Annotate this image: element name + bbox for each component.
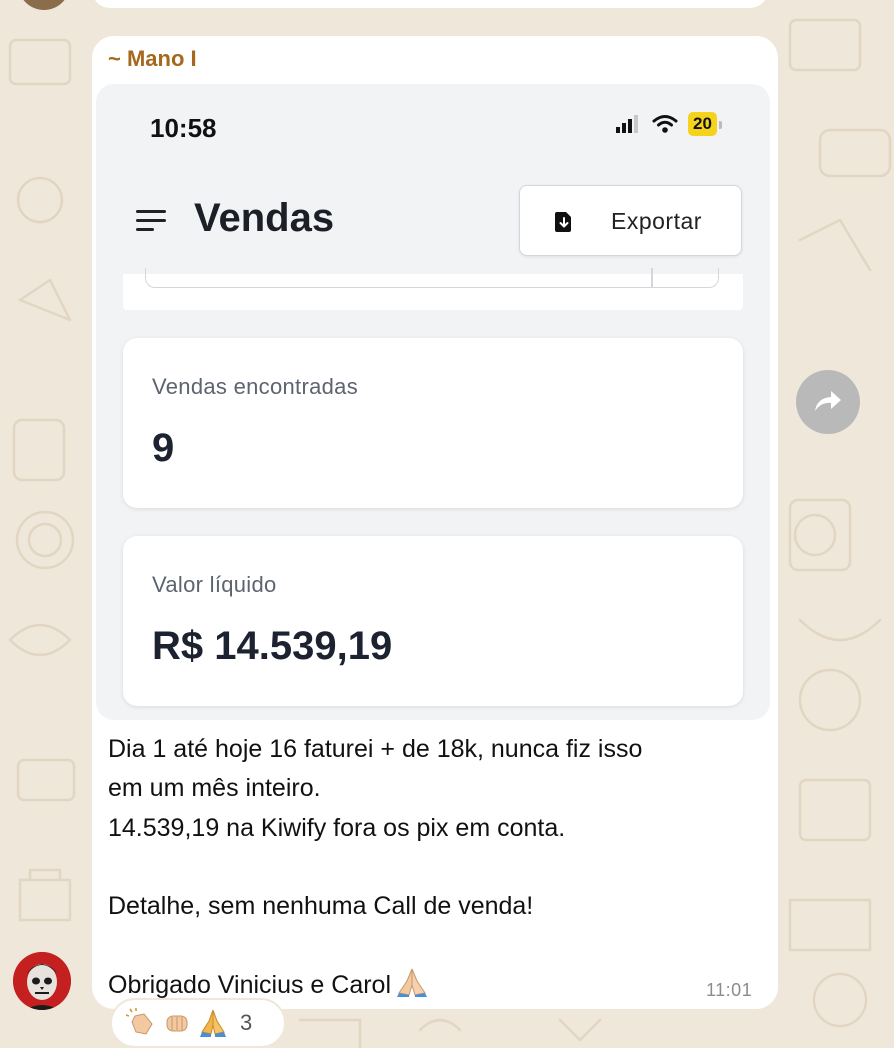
message-line-text: Obrigado Vinicius e Carol (108, 970, 392, 999)
folded-hands-icon (397, 968, 428, 997)
reaction-count: 3 (240, 1010, 253, 1035)
filter-bar (123, 268, 743, 310)
sender-name[interactable]: ~ Mano I (108, 46, 197, 72)
hamburger-menu-icon[interactable] (136, 208, 168, 234)
clapping-hands-icon (126, 1008, 153, 1035)
message-text: Dia 1 até hoje 16 faturei + de 18k, nunc… (108, 730, 758, 1005)
signal-icon (616, 115, 638, 133)
fist-bump-icon (166, 1015, 188, 1032)
skull-face-icon (13, 952, 71, 1010)
filter-input[interactable] (145, 268, 719, 288)
status-bar-time: 10:58 (150, 113, 217, 143)
export-button[interactable]: Exportar (519, 185, 742, 256)
card-value: 9 (152, 426, 175, 470)
folded-hands-icon (200, 1009, 226, 1037)
message-line (108, 848, 758, 887)
net-value-card: Valor líquido R$ 14.539,19 (123, 536, 743, 706)
status-bar-icons: 20 (616, 112, 722, 136)
message-line (108, 926, 758, 965)
message-line: em um mês inteiro. (108, 774, 321, 803)
forward-arrow-icon (815, 391, 841, 411)
card-value: R$ 14.539,19 (152, 624, 393, 668)
page-title: Vendas (194, 196, 335, 240)
message-line: Detalhe, sem nenhuma Call de venda! (108, 892, 534, 921)
filter-divider (651, 268, 653, 288)
reactions-pill[interactable]: 3 (110, 998, 286, 1048)
forward-button[interactable] (796, 370, 860, 434)
wifi-icon (652, 115, 678, 133)
battery-level: 20 (688, 112, 717, 136)
message-line: 14.539,19 na Kiwify fora os pix em conta… (108, 813, 566, 842)
sender-avatar[interactable] (13, 952, 71, 1010)
message-time: 11:01 (706, 980, 753, 1000)
export-button-label: Exportar (611, 208, 702, 234)
download-file-icon (555, 212, 571, 232)
previous-message-bubble (92, 0, 768, 8)
message-line: Dia 1 até hoje 16 faturei + de 18k, nunc… (108, 735, 643, 763)
attached-screenshot[interactable]: 10:58 20 Vendas Exportar Vendas encontra… (96, 84, 770, 720)
card-label: Vendas encontradas (152, 374, 358, 399)
card-label: Valor líquido (152, 572, 277, 597)
battery-icon (718, 121, 722, 129)
sales-count-card: Vendas encontradas 9 (123, 338, 743, 508)
